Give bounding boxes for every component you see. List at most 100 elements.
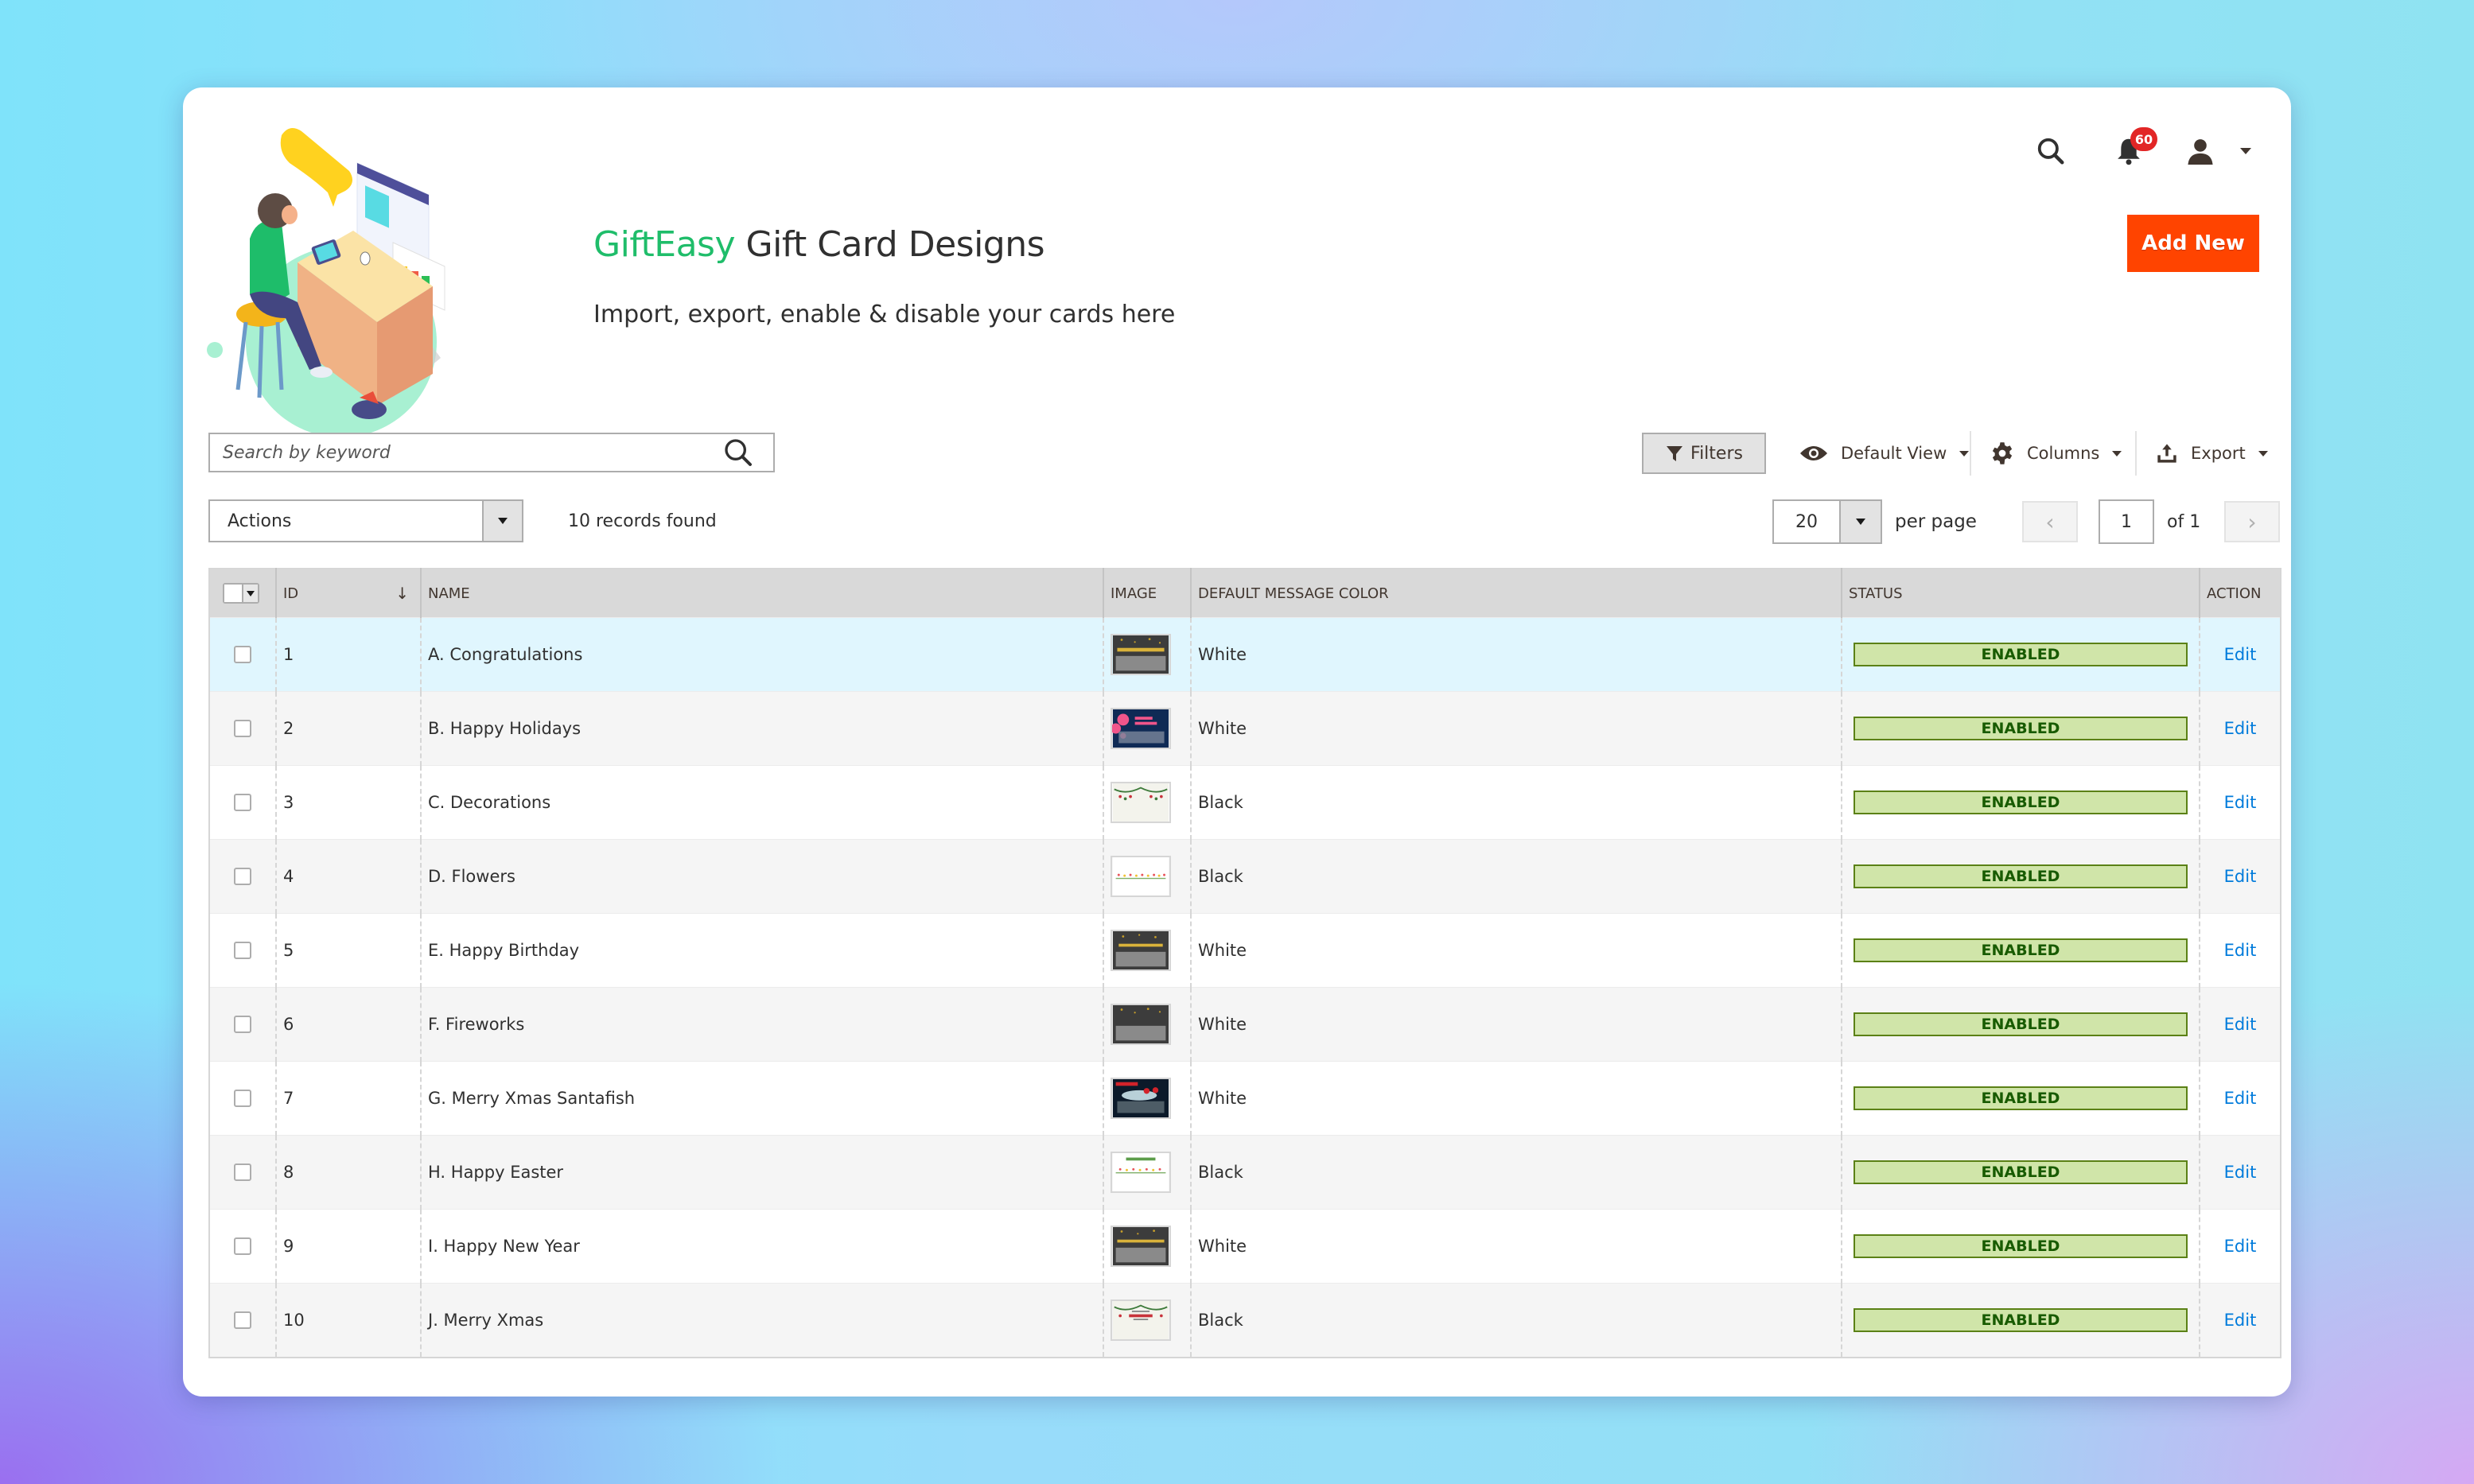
actions-dropdown-toggle[interactable]	[482, 501, 522, 541]
row-checkbox[interactable]	[234, 1164, 251, 1181]
id-cell: 7	[275, 1061, 421, 1136]
row-checkbox[interactable]	[234, 1311, 251, 1329]
mass-select-checkbox[interactable]	[223, 583, 259, 604]
card-thumbnail	[1111, 1004, 1184, 1045]
mass-actions-select[interactable]: Actions	[208, 499, 523, 542]
edit-link[interactable]: Edit	[2207, 1311, 2274, 1330]
table-row[interactable]: 10 J. Merry Xmas Black ENABLED Edit	[209, 1283, 2281, 1358]
card-thumbnail	[1111, 1152, 1184, 1193]
row-checkbox[interactable]	[234, 1237, 251, 1255]
toolbar-divider	[2135, 431, 2137, 476]
keyword-search-input[interactable]: Search by keyword	[208, 433, 775, 472]
search-submit-icon[interactable]	[722, 437, 754, 468]
card-thumbnail	[1111, 856, 1184, 897]
row-checkbox[interactable]	[234, 720, 251, 737]
table-row[interactable]: 2 B. Happy Holidays White ENABLED Edit	[209, 691, 2281, 766]
funnel-icon	[1667, 446, 1683, 461]
name-cell: F. Fireworks	[420, 987, 1103, 1062]
name-cell: J. Merry Xmas	[420, 1283, 1103, 1358]
per-page-dropdown-toggle[interactable]	[1839, 501, 1881, 542]
status-cell: ENABLED	[1841, 765, 2200, 840]
edit-link[interactable]: Edit	[2207, 1163, 2274, 1182]
columns-button[interactable]: Columns	[1990, 433, 2122, 474]
name-cell: A. Congratulations	[420, 617, 1103, 692]
card-thumbnail	[1111, 708, 1184, 749]
export-button[interactable]: Export	[2156, 433, 2268, 474]
row-name: H. Happy Easter	[428, 1163, 564, 1182]
row-checkbox[interactable]	[234, 1016, 251, 1033]
action-cell: Edit	[2199, 1061, 2281, 1136]
column-header-default-message-color[interactable]: Default Message Color	[1190, 569, 1842, 618]
table-row[interactable]: 7 G. Merry Xmas Santafish White ENABLED …	[209, 1061, 2281, 1136]
edit-link[interactable]: Edit	[2207, 867, 2274, 886]
select-all-checkbox[interactable]	[224, 585, 243, 602]
card-thumbnail	[1111, 930, 1184, 971]
edit-link[interactable]: Edit	[2207, 1089, 2274, 1108]
column-header-status[interactable]: Status	[1841, 569, 2200, 618]
status-cell: ENABLED	[1841, 617, 2200, 692]
upload-icon	[2157, 444, 2176, 463]
actions-label: Actions	[228, 511, 292, 531]
column-header-image: Image	[1103, 569, 1191, 618]
status-cell: ENABLED	[1841, 1135, 2200, 1210]
row-name: B. Happy Holidays	[428, 719, 582, 738]
global-search-button[interactable]	[2032, 132, 2070, 170]
mass-select-header	[209, 569, 276, 618]
column-header-action: Action	[2199, 569, 2281, 618]
row-default-message-color: Black	[1198, 867, 1243, 886]
card-thumbnail-merry-xmas	[1111, 1299, 1171, 1341]
table-row[interactable]: 8 H. Happy Easter Black ENABLED Edit	[209, 1135, 2281, 1210]
row-default-message-color: Black	[1198, 1163, 1243, 1182]
records-count: 10 records found	[568, 511, 717, 531]
table-row[interactable]: 6 F. Fireworks White ENABLED Edit	[209, 987, 2281, 1062]
table-row[interactable]: 5 E. Happy Birthday White ENABLED Edit	[209, 913, 2281, 988]
notifications-button[interactable]: 60	[2110, 127, 2157, 170]
row-name: F. Fireworks	[428, 1015, 525, 1034]
row-checkbox[interactable]	[234, 646, 251, 663]
row-checkbox[interactable]	[234, 942, 251, 959]
edit-link[interactable]: Edit	[2207, 793, 2274, 812]
row-default-message-color: White	[1198, 719, 1247, 738]
table-row[interactable]: 1 A. Congratulations White ENABLED Edit	[209, 617, 2281, 692]
next-page-button[interactable]: ›	[2224, 501, 2280, 542]
toolbar-divider	[1970, 431, 1971, 476]
table-row[interactable]: 9 I. Happy New Year White ENABLED Edit	[209, 1209, 2281, 1284]
edit-link[interactable]: Edit	[2207, 645, 2274, 664]
previous-page-button[interactable]: ‹	[2022, 501, 2078, 542]
mass-select-dropdown[interactable]	[243, 585, 258, 602]
edit-link[interactable]: Edit	[2207, 1015, 2274, 1034]
column-header-name[interactable]: Name	[420, 569, 1103, 618]
search-icon	[2037, 138, 2064, 165]
image-cell	[1103, 617, 1191, 692]
per-page-select[interactable]: 20	[1772, 499, 1882, 544]
row-default-message-color: White	[1198, 1237, 1247, 1256]
notification-count-badge: 60	[2130, 127, 2157, 151]
table-row[interactable]: 3 C. Decorations Black ENABLED Edit	[209, 765, 2281, 840]
edit-link[interactable]: Edit	[2207, 719, 2274, 738]
card-thumbnail-happy-holidays	[1111, 708, 1171, 749]
id-cell: 6	[275, 987, 421, 1062]
page-number-input[interactable]: 1	[2099, 499, 2154, 544]
color-cell: White	[1190, 1209, 1842, 1284]
edit-link[interactable]: Edit	[2207, 941, 2274, 960]
row-default-message-color: White	[1198, 1015, 1247, 1034]
action-cell: Edit	[2199, 1135, 2281, 1210]
row-checkbox[interactable]	[234, 794, 251, 811]
account-caret-icon[interactable]	[2240, 148, 2251, 154]
card-thumbnail-santafish	[1111, 1078, 1171, 1119]
edit-link[interactable]: Edit	[2207, 1237, 2274, 1256]
column-header-id[interactable]: ID ↓	[275, 569, 421, 618]
row-checkbox[interactable]	[234, 868, 251, 885]
row-checkbox[interactable]	[234, 1090, 251, 1107]
row-select-cell	[209, 1061, 276, 1136]
status-cell: ENABLED	[1841, 1209, 2200, 1284]
add-new-button[interactable]: Add New	[2127, 215, 2259, 272]
filters-button[interactable]: Filters	[1642, 433, 1766, 474]
account-menu-button[interactable]	[2183, 134, 2218, 169]
view-switcher[interactable]: Default View	[1799, 433, 1970, 474]
id-cell: 10	[275, 1283, 421, 1358]
row-id: 3	[283, 793, 294, 812]
gear-icon	[1992, 442, 2013, 464]
table-row[interactable]: 4 D. Flowers Black ENABLED Edit	[209, 839, 2281, 914]
row-select-cell	[209, 839, 276, 914]
